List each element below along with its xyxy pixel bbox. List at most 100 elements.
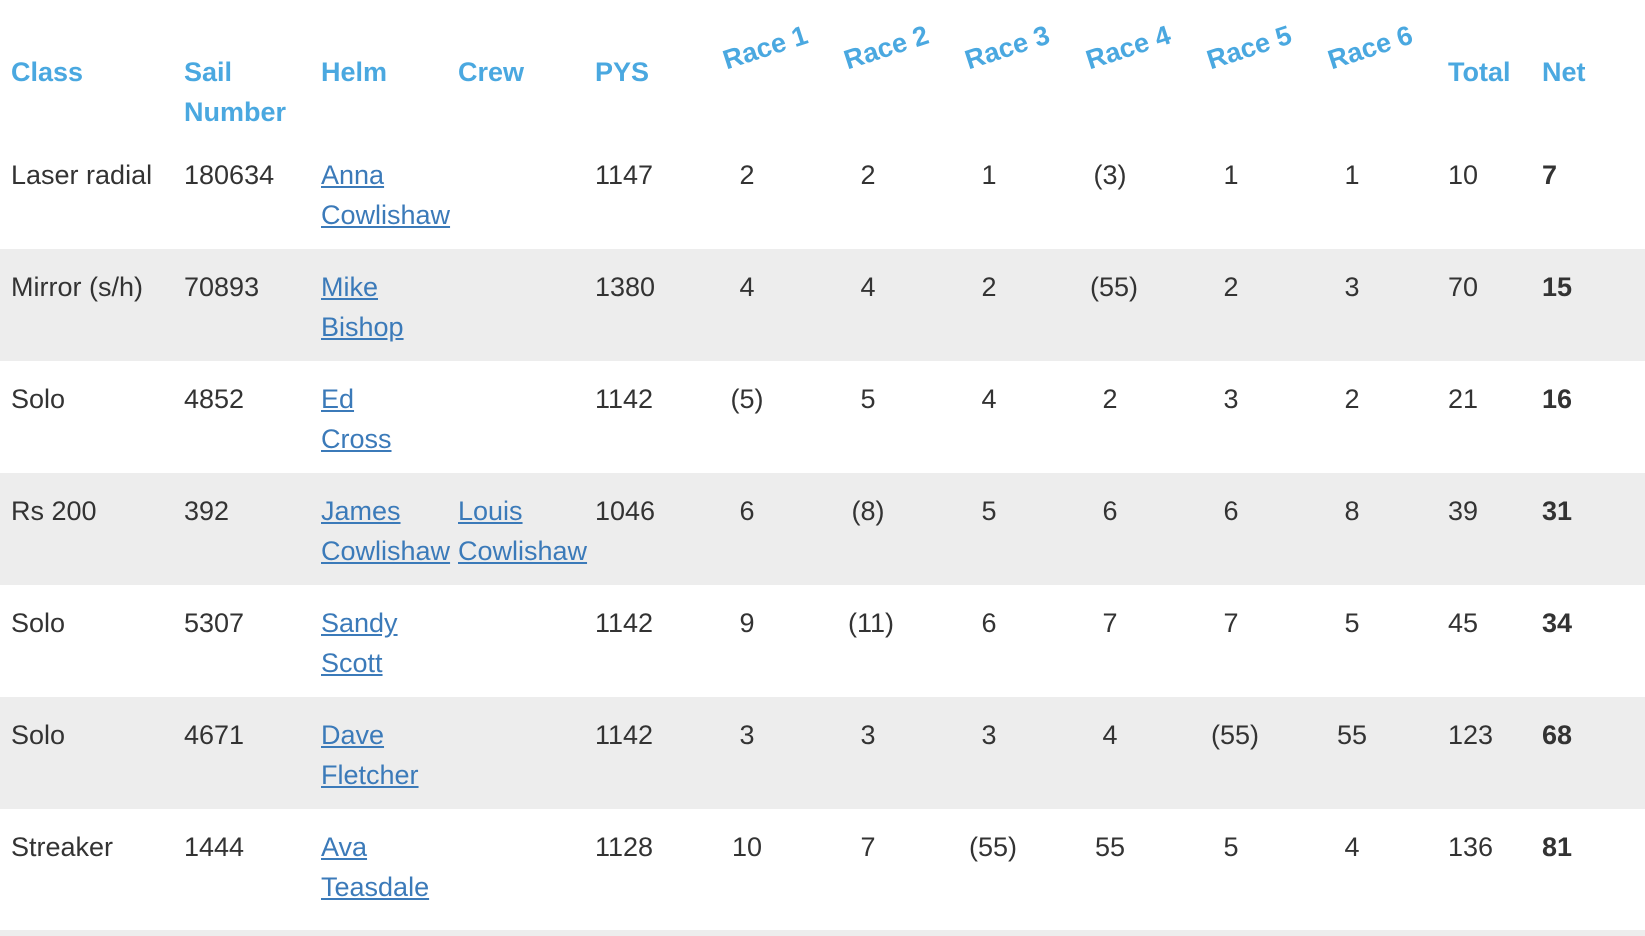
race-1-score: (5) [730,384,764,414]
helm-link[interactable]: Sandy Scott [321,603,456,683]
pys-value: 1142 [595,720,654,750]
cell-sail: 4852 [182,361,319,473]
cell-race-2: 5 [841,361,962,473]
helm-first-name: Sandy [321,608,398,638]
helm-last-name: Teasdale [321,872,430,902]
header-race-4-label: Race 4 [1082,19,1175,76]
class-value: Mirror (s/h) [11,272,143,302]
table-row: Solo 4671 Dave Fletcher 1142 3 3 3 4 (55)… [0,697,1645,809]
table-row: Rs 200 392 James Cowlishaw Louis Cowlishaw… [0,473,1645,585]
race-2-score: 5 [860,384,876,414]
crew-last-name: Cowlishaw [458,536,588,566]
table-row: Solo 4852 Ed Cross 1142 (5) 5 4 2 3 2 21 … [0,361,1645,473]
cell-race-2: (11) [841,585,962,697]
cell-total: 70 [1446,249,1540,361]
race-6-score: 3 [1344,272,1360,302]
helm-last-name: Scott [321,648,383,678]
cell-total: 136 [1446,809,1540,921]
race-3-score: 4 [981,384,997,414]
cell-net: 7 [1540,137,1645,249]
race-5-score: 7 [1223,608,1239,638]
cell-sail: 70893 [182,249,319,361]
cell-total: 21 [1446,361,1540,473]
cell-race-6: 5 [1325,585,1446,697]
sail-number-value: 180634 [184,160,275,190]
cell-class: Streaker [0,809,182,921]
helm-first-name: Ava [321,832,368,862]
table-header-row: Class Sail Number Helm Crew PYS Race 1 Ra… [0,0,1645,137]
header-race-3: Race 3 [961,0,1083,137]
cell-race-1: 3 [720,697,841,809]
helm-link[interactable]: James Cowlishaw [321,491,456,571]
race-5-score: 2 [1223,272,1239,302]
pys-value: 1142 [595,608,654,638]
cell-total: 10 [1446,137,1540,249]
cell-race-6: 8 [1325,473,1446,585]
net-value: 68 [1542,720,1573,750]
cell-helm: Dave Fletcher [319,697,456,809]
race-4-score: (55) [1090,272,1139,302]
header-race-3-label: Race 3 [961,19,1054,76]
helm-link[interactable]: Ed Cross [321,379,456,459]
race-1-score: 2 [739,160,755,190]
total-value: 21 [1448,384,1479,414]
race-6-score: 5 [1344,608,1360,638]
class-value: Solo [11,720,66,750]
cell-race-1: (5) [720,361,841,473]
cell-race-4: 55 [1083,809,1204,921]
cell-class: Solo [0,585,182,697]
header-race-4: Race 4 [1082,0,1204,137]
cell-total: 123 [1446,697,1540,809]
race-6-score: 8 [1344,496,1360,526]
crew-link[interactable]: Louis Cowlishaw [458,491,593,571]
cell-class: Rs 200 [0,473,182,585]
helm-link[interactable]: Ava Teasdale [321,827,456,907]
race-results-table: Class Sail Number Helm Crew PYS Race 1 Ra… [0,0,1645,921]
header-race-5: Race 5 [1203,0,1325,137]
helm-link[interactable]: Anna Cowlishaw [321,155,456,235]
sail-number-value: 1444 [184,832,245,862]
cell-race-2: 3 [841,697,962,809]
helm-last-name: Fletcher [321,760,419,790]
cell-race-5: 2 [1204,249,1325,361]
cell-pys: 1142 [593,585,720,697]
race-3-score: 3 [981,720,997,750]
helm-first-name: Mike [321,272,379,302]
class-value: Solo [11,608,66,638]
cell-class: Mirror (s/h) [0,249,182,361]
helm-first-name: James [321,496,401,526]
cell-crew [456,137,593,249]
table-bottom-stripe [0,930,1645,936]
helm-link[interactable]: Dave Fletcher [321,715,456,795]
cell-crew: Louis Cowlishaw [456,473,593,585]
cell-net: 68 [1540,697,1645,809]
race-1-score: 9 [739,608,755,638]
total-value: 39 [1448,496,1479,526]
race-2-score: 2 [860,160,876,190]
cell-class: Solo [0,361,182,473]
class-value: Streaker [11,832,114,862]
race-5-score: 1 [1223,160,1239,190]
cell-pys: 1142 [593,361,720,473]
header-pys: PYS [593,0,720,137]
cell-race-5: 3 [1204,361,1325,473]
helm-link[interactable]: Mike Bishop [321,267,456,347]
cell-race-5: 6 [1204,473,1325,585]
pys-value: 1147 [595,160,654,190]
race-4-score: 55 [1094,832,1126,862]
header-sail-line2: Number [184,97,287,127]
sail-number-value: 5307 [184,608,245,638]
cell-crew [456,697,593,809]
total-value: 123 [1448,720,1494,750]
cell-race-2: 4 [841,249,962,361]
race-6-score: 4 [1344,832,1360,862]
cell-race-6: 1 [1325,137,1446,249]
race-5-score: 5 [1223,832,1239,862]
cell-helm: Sandy Scott [319,585,456,697]
cell-helm: Anna Cowlishaw [319,137,456,249]
table-row: Streaker 1444 Ava Teasdale 1128 10 7 (55)… [0,809,1645,921]
helm-last-name: Cowlishaw [321,200,451,230]
cell-race-3: 4 [962,361,1083,473]
race-2-score: (8) [851,496,885,526]
race-5-score: (55) [1211,720,1260,750]
